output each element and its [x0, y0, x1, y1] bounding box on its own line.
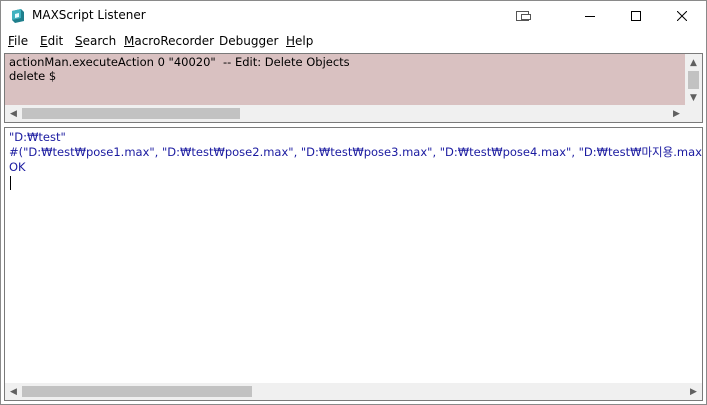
- text-cursor: [10, 176, 11, 190]
- maximize-icon: [631, 11, 641, 21]
- menu-search[interactable]: Search: [75, 34, 116, 48]
- menu-help-accel: H: [286, 34, 296, 48]
- menu-file[interactable]: File: [8, 34, 28, 48]
- 3dsmax-app-icon: [10, 8, 26, 24]
- macro-line: actionMan.executeAction 0 "40020" -- Edi…: [9, 55, 350, 69]
- output-line: #("D:₩test₩pose1.max", "D:₩test₩pose2.ma…: [9, 145, 703, 159]
- output-line: "D:₩test": [9, 130, 66, 144]
- menu-file-label: ile: [14, 34, 29, 48]
- scroll-left-arrow-icon[interactable]: ◀: [5, 105, 22, 122]
- menu-edit-label: dit: [47, 34, 64, 48]
- macro-recorder-text[interactable]: actionMan.executeAction 0 "40020" -- Edi…: [9, 55, 685, 103]
- menu-search-accel: S: [75, 34, 83, 48]
- menu-macrorecorder[interactable]: MacroRecorder: [124, 34, 214, 48]
- macro-recorder-pane[interactable]: actionMan.executeAction 0 "40020" -- Edi…: [4, 53, 703, 123]
- scroll-right-arrow-icon[interactable]: ▶: [685, 383, 702, 400]
- close-icon: [677, 11, 687, 21]
- menu-debugger[interactable]: Debugger: [219, 34, 278, 48]
- menu-macrorecorder-accel: M: [124, 34, 135, 48]
- macro-horizontal-scrollbar[interactable]: ◀ ▶: [5, 105, 685, 122]
- macro-horizontal-scroll-thumb[interactable]: [22, 108, 240, 119]
- maximize-button[interactable]: [613, 1, 659, 31]
- scroll-right-arrow-icon[interactable]: ▶: [668, 105, 685, 122]
- menu-bar: File Edit Search MacroRecorder Debugger …: [1, 32, 706, 52]
- window-title: MAXScript Listener: [32, 8, 146, 22]
- scroll-down-arrow-icon[interactable]: ▼: [685, 89, 702, 106]
- menu-help[interactable]: Help: [286, 34, 313, 48]
- menu-help-label: elp: [295, 34, 314, 48]
- menu-edit-accel: E: [40, 34, 48, 48]
- menu-macrorecorder-label: acroRecorder: [134, 34, 215, 48]
- output-line: OK: [9, 160, 26, 174]
- restore-window-button[interactable]: [501, 1, 547, 31]
- scroll-up-arrow-icon[interactable]: ▲: [685, 54, 702, 71]
- macro-vertical-scrollbar[interactable]: ▲ ▼: [685, 54, 702, 106]
- listener-output-pane[interactable]: "D:₩test" #("D:₩test₩pose1.max", "D:₩test…: [4, 127, 703, 401]
- listener-output-text[interactable]: "D:₩test" #("D:₩test₩pose1.max", "D:₩test…: [9, 130, 703, 175]
- output-horizontal-scroll-thumb[interactable]: [22, 386, 252, 397]
- macro-vertical-scroll-thumb[interactable]: [688, 71, 699, 89]
- minimize-icon: [585, 11, 595, 21]
- close-button[interactable]: [659, 1, 705, 31]
- scrollbar-corner: [685, 105, 702, 122]
- menu-search-label: earch: [82, 34, 117, 48]
- minimize-button[interactable]: [567, 1, 613, 31]
- title-bar[interactable]: MAXScript Listener: [1, 1, 706, 31]
- restore-window-icon: [516, 10, 532, 22]
- maxscript-listener-window: MAXScript Listener File Edit Search Macr…: [0, 0, 707, 405]
- output-horizontal-scrollbar[interactable]: ◀ ▶: [5, 383, 702, 400]
- macro-line: delete $: [9, 69, 57, 83]
- menu-debugger-label: Debugger: [219, 34, 279, 48]
- scroll-left-arrow-icon[interactable]: ◀: [5, 383, 22, 400]
- menu-edit[interactable]: Edit: [40, 34, 63, 48]
